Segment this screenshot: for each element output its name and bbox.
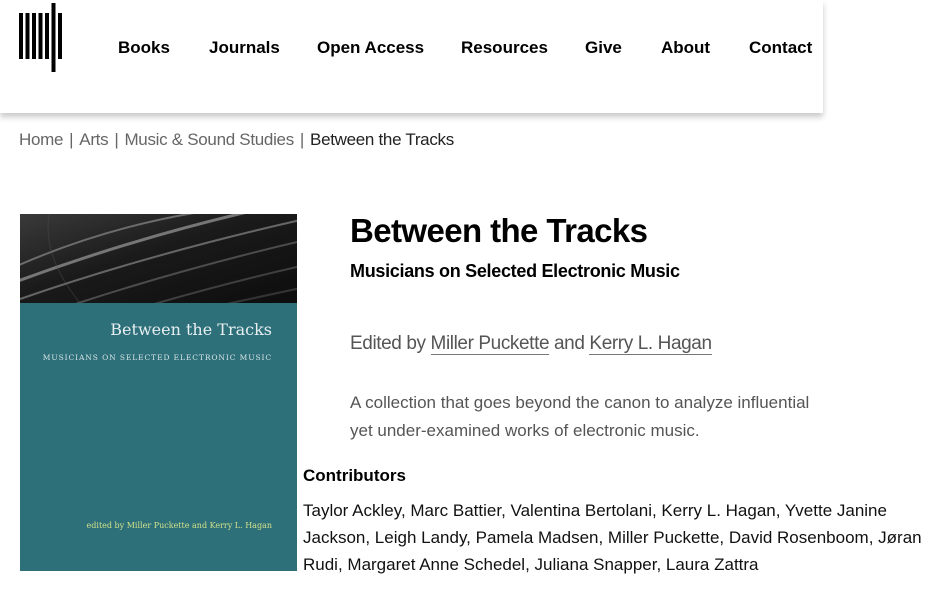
breadcrumb-separator: | [69,130,74,149]
mit-press-logo[interactable] [19,3,64,72]
contributors-heading: Contributors [303,466,406,485]
vinyl-record-image [20,214,297,303]
editors-line: Edited by Miller Puckette and Kerry L. H… [350,333,712,355]
book-description: A collection that goes beyond the canon … [350,393,810,440]
cover-subtitle: MUSICIANS ON SELECTED ELECTRONIC MUSIC [42,353,272,362]
breadcrumb-separator: | [114,130,119,149]
nav-books[interactable]: Books [118,38,170,58]
cover-title: Between the Tracks [110,320,272,339]
nav-contact[interactable]: Contact [749,38,812,58]
and-label: and [554,333,585,354]
nav-open-access[interactable]: Open Access [317,38,424,58]
breadcrumb-arts[interactable]: Arts [79,130,108,149]
breadcrumb: Home | Arts | Music & Sound Studies | Between … [19,130,454,150]
site-header: Books Journals Open Access Resources Giv… [0,0,823,113]
contributors-list: Taylor Ackley, Marc Battier, Valentina B… [303,501,922,574]
nav-about[interactable]: About [661,38,710,58]
nav-give[interactable]: Give [585,38,622,58]
cover-editors: edited by Miller Puckette and Kerry L. H… [86,521,272,530]
breadcrumb-current: Between the Tracks [310,130,454,149]
editor-link-hagan[interactable]: Kerry L. Hagan [589,333,712,355]
breadcrumb-home[interactable]: Home [19,130,63,149]
breadcrumb-music-sound-studies[interactable]: Music & Sound Studies [124,130,294,149]
editor-link-puckette[interactable]: Miller Puckette [430,333,550,355]
book-subtitle: Musicians on Selected Electronic Music [350,261,680,281]
nav-journals[interactable]: Journals [209,38,280,58]
book-title: Between the Tracks [350,212,648,249]
book-cover[interactable]: Between the Tracks MUSICIANS ON SELECTED… [20,214,297,571]
breadcrumb-separator: | [299,130,305,149]
nav-resources[interactable]: Resources [461,38,548,58]
edited-by-label: Edited by [350,333,426,354]
